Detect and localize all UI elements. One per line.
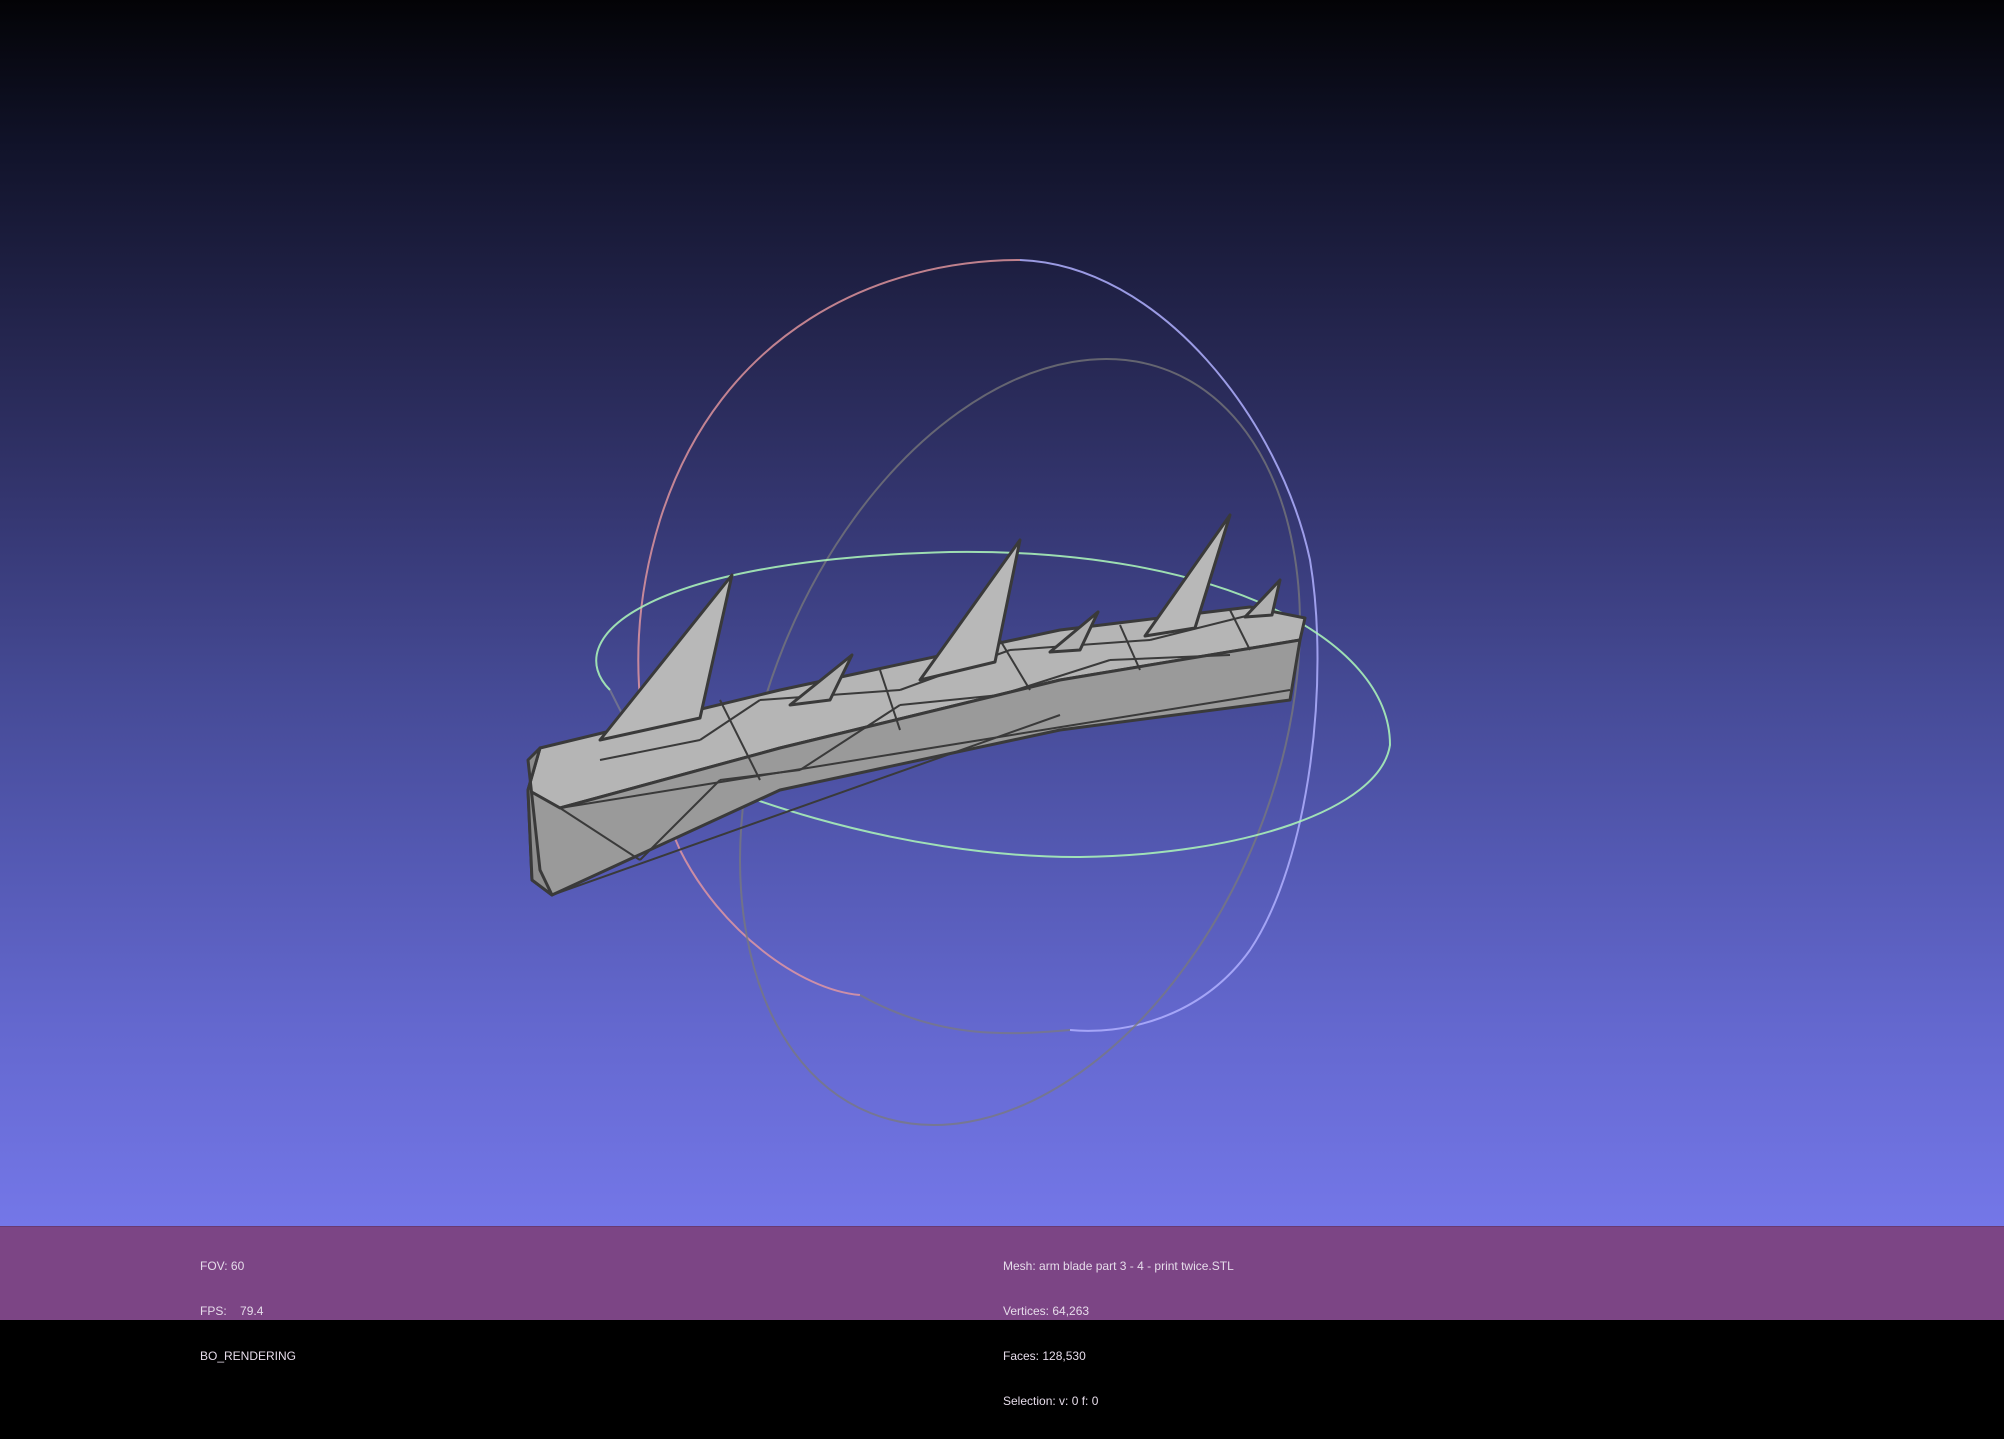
- faces-value: 128,530: [1042, 1349, 1086, 1363]
- mesh-model-icon[interactable]: [526, 513, 1307, 897]
- fov-label: FOV:: [200, 1259, 228, 1273]
- fps-label: FPS:: [200, 1304, 227, 1318]
- mesh-name: arm blade part 3 - 4 - print twice.STL: [1039, 1259, 1234, 1273]
- selection-value: v: 0 f: 0: [1059, 1394, 1099, 1408]
- vertices-label: Vertices:: [1003, 1304, 1050, 1318]
- info-overlay-bar: FOV: 60 FPS: 79.4 BO_RENDERING Mesh: arm…: [0, 1226, 2004, 1408]
- mesh-label: Mesh:: [1003, 1259, 1036, 1273]
- fps-readout: FPS: 79.4: [200, 1304, 296, 1319]
- selection-label: Selection:: [1003, 1394, 1056, 1408]
- mesh-info: Mesh: arm blade part 3 - 4 - print twice…: [1003, 1229, 1234, 1439]
- fov-readout: FOV: 60: [200, 1259, 296, 1274]
- vertices-value: 64,263: [1052, 1304, 1090, 1318]
- 3d-viewport[interactable]: [0, 0, 2004, 1226]
- vertices-readout: Vertices: 64,263: [1003, 1304, 1234, 1319]
- render-mode: BO_RENDERING: [200, 1349, 297, 1363]
- fov-value: 60: [230, 1259, 245, 1273]
- selection-readout: Selection: v: 0 f: 0: [1003, 1394, 1234, 1409]
- faces-readout: Faces: 128,530: [1003, 1349, 1234, 1364]
- render-info: FOV: 60 FPS: 79.4 BO_RENDERING: [200, 1229, 296, 1394]
- fps-value: 79.4: [240, 1304, 264, 1318]
- mesh-name-readout: Mesh: arm blade part 3 - 4 - print twice…: [1003, 1259, 1234, 1274]
- faces-label: Faces:: [1003, 1349, 1040, 1363]
- scene-canvas[interactable]: [0, 0, 2004, 1226]
- trackball-ring-vertical-gray-back[interactable]: [859, 994, 1071, 1035]
